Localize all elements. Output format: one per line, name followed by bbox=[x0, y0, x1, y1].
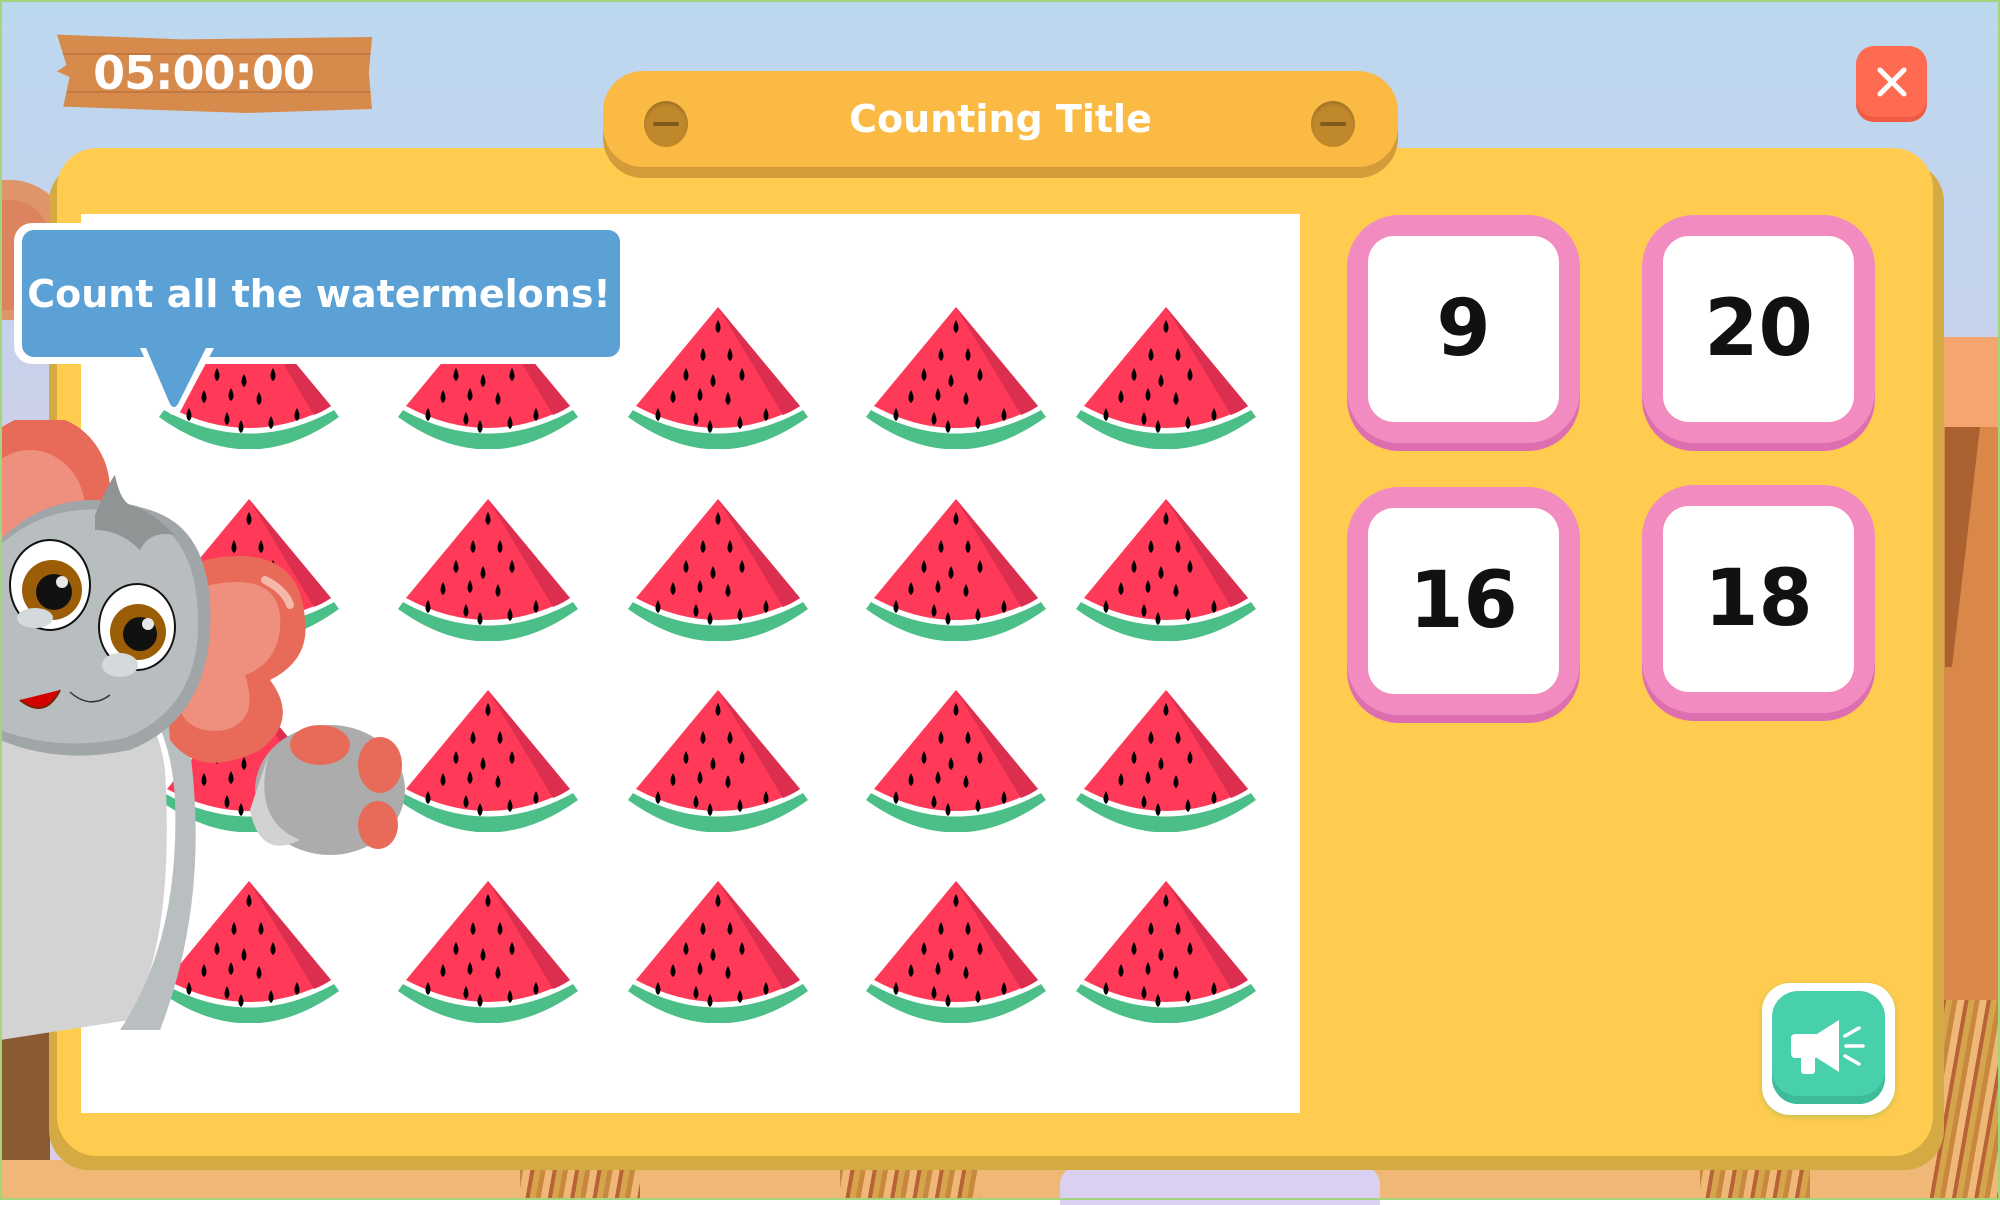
answer-label: 16 bbox=[1409, 556, 1518, 646]
watermelon-slice bbox=[866, 307, 1046, 449]
watermelon-slice bbox=[398, 499, 578, 641]
answer-option[interactable]: 16 bbox=[1347, 487, 1580, 723]
title-bar: Counting Title bbox=[603, 71, 1398, 167]
watermelon-slice bbox=[1076, 690, 1256, 832]
prompt-text: Count all the watermelons! bbox=[27, 271, 611, 316]
watermelon-slice bbox=[1076, 499, 1256, 641]
timer-sign: 05:00:00 bbox=[57, 34, 372, 113]
watermelon-slice bbox=[866, 690, 1046, 832]
speech-bubble: Count all the watermelons! bbox=[14, 223, 628, 364]
page-title: Counting Title bbox=[849, 97, 1152, 141]
watermelon-slice bbox=[628, 307, 808, 449]
watermelon-slice bbox=[1076, 881, 1256, 1023]
watermelon-slice bbox=[1076, 307, 1256, 449]
close-icon bbox=[1877, 67, 1906, 96]
screw-icon bbox=[1311, 101, 1355, 147]
close-button[interactable] bbox=[1856, 46, 1927, 117]
hill-decoration bbox=[1060, 1165, 1380, 1205]
speech-bubble-tail bbox=[140, 348, 214, 415]
answer-option[interactable]: 20 bbox=[1642, 215, 1875, 451]
timer-value: 05:00:00 bbox=[93, 46, 315, 100]
watermelon-slice bbox=[628, 499, 808, 641]
megaphone-icon bbox=[1790, 1019, 1865, 1074]
watermelon-slice bbox=[866, 881, 1046, 1023]
answer-option[interactable]: 18 bbox=[1642, 485, 1875, 721]
answer-label: 9 bbox=[1436, 284, 1491, 374]
answer-option[interactable]: 9 bbox=[1347, 215, 1580, 451]
answer-label: 18 bbox=[1704, 554, 1813, 644]
elephant-mascot bbox=[0, 420, 405, 1040]
screw-icon bbox=[644, 101, 688, 147]
watermelon-slice bbox=[866, 499, 1046, 641]
watermelon-slice bbox=[628, 881, 808, 1023]
watermelon-slice bbox=[628, 690, 808, 832]
watermelon-slice bbox=[398, 690, 578, 832]
answer-label: 20 bbox=[1704, 284, 1813, 374]
audio-button[interactable] bbox=[1762, 983, 1895, 1115]
watermelon-slice bbox=[398, 881, 578, 1023]
